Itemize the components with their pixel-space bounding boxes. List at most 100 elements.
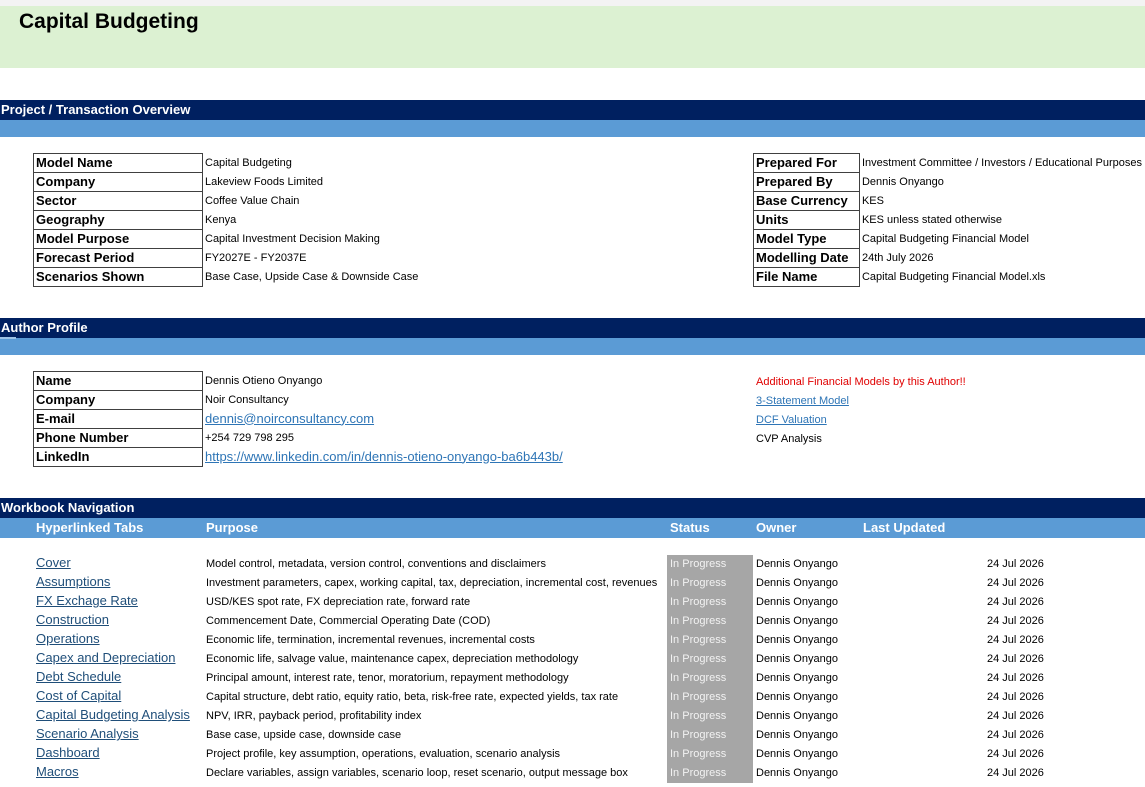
tab-link[interactable]: Macros: [36, 764, 79, 779]
owner-text: Dennis Onyango: [756, 596, 838, 608]
purpose-text: Project profile, key assumption, operati…: [206, 748, 561, 760]
kv-row: Model Purpose Capital Investment Decision…: [33, 229, 421, 249]
date: 24 Jul 2026: [987, 767, 1044, 779]
field-value-text: Dennis Otieno Onyango: [205, 375, 323, 387]
field-label: Sector: [33, 191, 203, 211]
kv-row: Units KES unless stated otherwise: [753, 210, 1145, 230]
owner-text: Dennis Onyango: [756, 729, 838, 741]
purpose-text: Capital structure, debt ratio, equity ra…: [206, 691, 619, 703]
field-label: Model Type: [753, 229, 860, 249]
navigation-row: Debt Schedule Principal amount, interest …: [0, 669, 1145, 688]
field-value: KES unless stated otherwise: [859, 211, 1144, 230]
navigation-row: Scenario Analysis Base case, upside case,…: [0, 726, 1145, 745]
tab-link[interactable]: Scenario Analysis: [36, 726, 139, 741]
col-header-owner: Owner: [756, 520, 797, 535]
date: 24 Jul 2026: [987, 672, 1044, 684]
date: 24 Jul 2026: [987, 710, 1044, 722]
cell-marker: [0, 337, 16, 339]
field-value: 24th July 2026: [859, 249, 1144, 268]
kv-row: Name Dennis Otieno Onyango: [33, 371, 565, 391]
field-value-text: Capital Budgeting: [205, 157, 292, 169]
field-value: Capital Investment Decision Making: [203, 230, 421, 249]
link-dcf-valuation[interactable]: DCF Valuation: [756, 414, 827, 426]
date: 24 Jul 2026: [987, 653, 1044, 665]
purpose-text: Model control, metadata, version control…: [206, 558, 546, 570]
col-header-status: Status: [670, 520, 710, 535]
field-label: Model Name: [33, 153, 203, 173]
kv-row: Prepared For Investment Committee / Inves…: [753, 153, 1145, 173]
date: 24 Jul 2026: [987, 558, 1044, 570]
owner-text: Dennis Onyango: [756, 558, 838, 570]
field-value: Capital Budgeting: [203, 154, 421, 173]
tab-link[interactable]: Debt Schedule: [36, 669, 121, 684]
tab-link[interactable]: Capex and Depreciation: [36, 650, 175, 665]
field-value-text: Kenya: [205, 214, 237, 226]
field-value: FY2027E - FY2037E: [203, 249, 421, 268]
field-label: Prepared For: [753, 153, 860, 173]
date: 24 Jul 2026: [987, 634, 1044, 646]
kv-row: Base Currency KES: [753, 191, 1145, 211]
tab-link[interactable]: Cost of Capital: [36, 688, 121, 703]
kv-row: Company Noir Consultancy: [33, 390, 565, 410]
tab-link[interactable]: Capital Budgeting Analysis: [36, 707, 190, 722]
purpose-text: Declare variables, assign variables, sce…: [206, 767, 628, 779]
field-value-text: Capital Investment Decision Making: [205, 233, 380, 245]
field-value: https://www.linkedin.com/in/dennis-otien…: [203, 448, 565, 467]
field-value-text: Capital Budgeting Financial Model: [861, 233, 1029, 245]
overview-left-table: Model Name Capital Budgeting Company Lakevi…: [33, 153, 421, 287]
field-label: Geography: [33, 210, 203, 230]
field-label: Forecast Period: [33, 248, 203, 268]
author-table: Name Dennis Otieno Onyango Company Noir Con…: [33, 371, 565, 467]
field-label: Scenarios Shown: [33, 267, 203, 287]
purpose-text: Economic life, salvage value, maintenanc…: [206, 653, 579, 665]
purpose-text: Principal amount, interest rate, tenor, …: [206, 672, 569, 684]
navigation-row: Dashboard Project profile, key assumption…: [0, 745, 1145, 764]
purpose-text: Investment parameters, capex, working ca…: [206, 577, 658, 589]
kv-row: Modelling Date 24th July 2026: [753, 248, 1145, 268]
field-value: Capital Budgeting Financial Model: [859, 230, 1144, 249]
navigation-row: Assumptions Investment parameters, capex,…: [0, 574, 1145, 593]
purpose-text: Economic life, termination, incremental …: [206, 634, 535, 646]
field-value: Dennis Onyango: [859, 173, 1144, 192]
field-value: Coffee Value Chain: [203, 192, 421, 211]
link-3-statement-model[interactable]: 3-Statement Model: [756, 395, 849, 407]
section-header-overview: Project / Transaction Overview: [0, 100, 1145, 120]
tab-link[interactable]: Operations: [36, 631, 100, 646]
kv-row: Forecast Period FY2027E - FY2037E: [33, 248, 421, 268]
field-label: Company: [33, 172, 203, 192]
tab-link[interactable]: Construction: [36, 612, 109, 627]
status-badge: In Progress: [667, 764, 753, 783]
tab-link[interactable]: Dashboard: [36, 745, 100, 760]
status-badge: In Progress: [667, 669, 753, 688]
section-subbar-author: [0, 338, 1145, 355]
field-label: Prepared By: [753, 172, 860, 192]
navigation-column-headers: Hyperlinked Tabs Purpose Status Owner La…: [0, 518, 1145, 538]
kv-row: Model Type Capital Budgeting Financial Mo…: [753, 229, 1145, 249]
tab-link[interactable]: Cover: [36, 555, 71, 570]
status-badge: In Progress: [667, 650, 753, 669]
more-models-title: Additional Financial Models by this Auth…: [756, 376, 966, 388]
owner-text: Dennis Onyango: [756, 672, 838, 684]
navigation-row: Macros Declare variables, assign variable…: [0, 764, 1145, 783]
field-label: Name: [33, 371, 203, 391]
field-value-text: KES unless stated otherwise: [861, 214, 1002, 226]
field-value-text[interactable]: dennis@noirconsultancy.com: [205, 411, 374, 426]
field-label: E-mail: [33, 409, 203, 429]
cvp-analysis-label: CVP Analysis: [756, 433, 822, 445]
tab-link[interactable]: FX Exchage Rate: [36, 593, 138, 608]
overview-right-table: Prepared For Investment Committee / Inves…: [753, 153, 1145, 287]
owner-text: Dennis Onyango: [756, 615, 838, 627]
field-value-text: Base Case, Upside Case & Downside Case: [205, 271, 419, 283]
kv-row: Scenarios Shown Base Case, Upside Case & …: [33, 267, 421, 287]
field-value: +254 729 798 295: [203, 429, 565, 448]
field-value: Base Case, Upside Case & Downside Case: [203, 268, 421, 287]
owner-text: Dennis Onyango: [756, 653, 838, 665]
field-label: Modelling Date: [753, 248, 860, 268]
kv-row: Model Name Capital Budgeting: [33, 153, 421, 173]
tab-link[interactable]: Assumptions: [36, 574, 110, 589]
field-value: KES: [859, 192, 1144, 211]
field-value-text[interactable]: https://www.linkedin.com/in/dennis-otien…: [205, 449, 563, 464]
field-value-text: Lakeview Foods Limited: [205, 176, 324, 188]
owner-text: Dennis Onyango: [756, 691, 838, 703]
field-label: LinkedIn: [33, 447, 203, 467]
